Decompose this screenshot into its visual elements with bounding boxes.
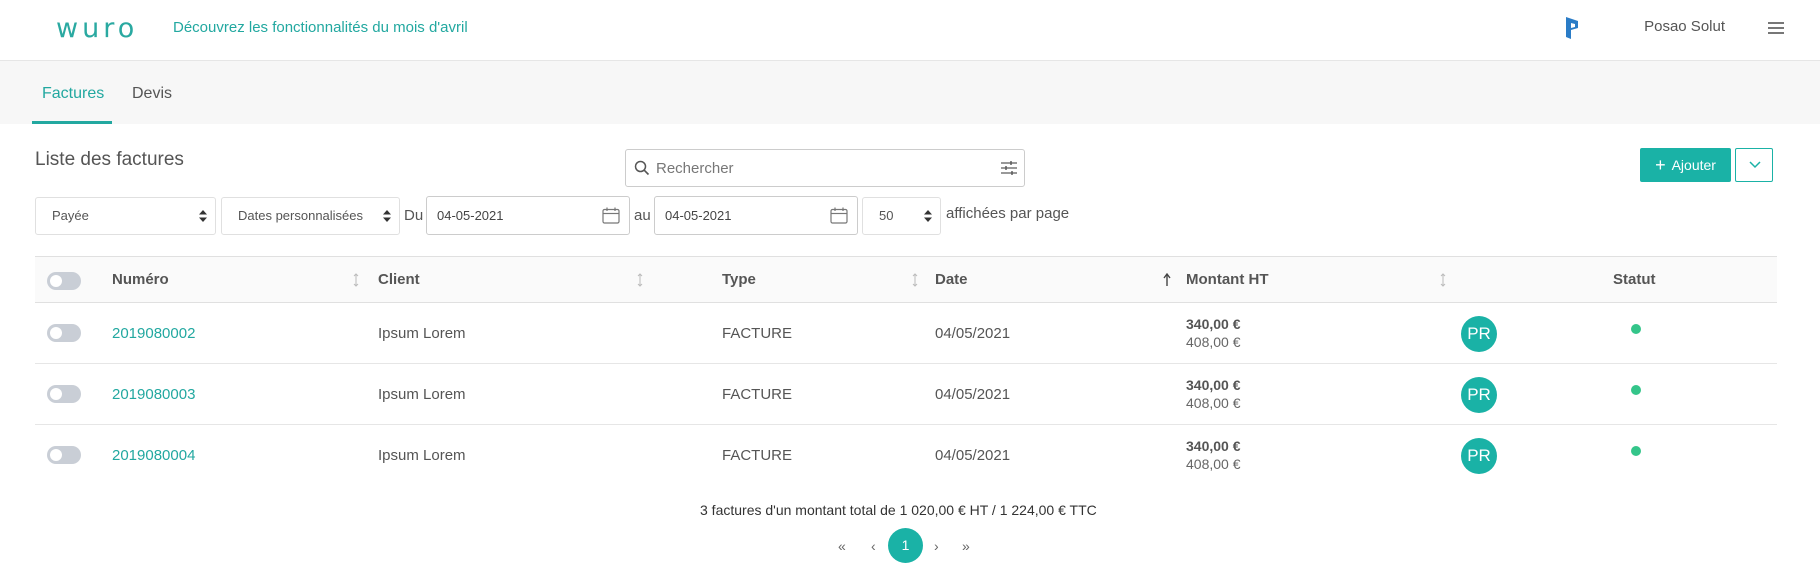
to-date-value: 04-05-2021: [665, 208, 732, 223]
sort-icon[interactable]: [1440, 273, 1446, 287]
avatar[interactable]: PR: [1461, 377, 1497, 413]
invoice-date: 04/05/2021: [935, 325, 1011, 342]
table-row[interactable]: 2019080004 Ipsum Lorem FACTURE 04/05/202…: [35, 425, 1777, 486]
invoice-type: FACTURE: [722, 386, 793, 403]
page-title: Liste des factures: [35, 149, 184, 170]
table-row[interactable]: 2019080002 Ipsum Lorem FACTURE 04/05/202…: [35, 303, 1777, 364]
column-header-date[interactable]: Date: [935, 271, 968, 288]
select-arrows-icon: [383, 210, 391, 222]
from-date-input[interactable]: 04-05-2021: [426, 196, 630, 235]
from-label: Du: [404, 207, 424, 224]
calendar-icon[interactable]: [602, 207, 620, 224]
client-name: Ipsum Lorem: [378, 325, 466, 342]
search-box: [625, 149, 1025, 187]
pagination-last[interactable]: »: [962, 538, 970, 554]
invoice-table: Numéro Client Type Date Montant HT Statu…: [35, 256, 1777, 486]
sort-icon[interactable]: [353, 273, 359, 287]
filter-settings-icon[interactable]: [1000, 159, 1018, 177]
client-name: Ipsum Lorem: [378, 386, 466, 403]
row-select-toggle[interactable]: [47, 385, 81, 403]
status-select[interactable]: Payée: [35, 197, 216, 235]
row-select-toggle[interactable]: [47, 324, 81, 342]
column-header-montant-ht[interactable]: Montant HT: [1186, 271, 1268, 288]
invoice-list-panel: Liste des factures +Ajouter Payée Dates: [0, 124, 1820, 575]
column-header-type[interactable]: Type: [722, 271, 756, 288]
date-range-select[interactable]: Dates personnalisées: [221, 197, 400, 235]
company-logo-icon: [1566, 17, 1578, 39]
tabs-bar: Factures Devis: [0, 61, 1820, 125]
avatar[interactable]: PR: [1461, 316, 1497, 352]
to-label: au: [634, 207, 651, 224]
status-paid-indicator: [1631, 324, 1641, 334]
row-select-toggle[interactable]: [47, 446, 81, 464]
sort-ascending-icon[interactable]: [1163, 273, 1171, 287]
status-paid-indicator: [1631, 385, 1641, 395]
invoice-number-link[interactable]: 2019080003: [112, 386, 195, 403]
add-button[interactable]: + Ajouter: [1640, 148, 1731, 182]
amount-ttc: 408,00 €: [1186, 334, 1241, 350]
invoice-number-link[interactable]: 2019080004: [112, 447, 195, 464]
pagination-first[interactable]: «: [838, 538, 846, 554]
company-name[interactable]: Posao Solut: [1644, 18, 1725, 35]
amount-ttc: 408,00 €: [1186, 395, 1241, 411]
column-header-client[interactable]: Client: [378, 271, 420, 288]
pagination-current-page[interactable]: 1: [888, 528, 923, 563]
to-date-input[interactable]: 04-05-2021: [654, 196, 858, 235]
search-input[interactable]: [656, 154, 986, 182]
calendar-icon[interactable]: [830, 207, 848, 224]
invoices-total-summary: 3 factures d'un montant total de 1 020,0…: [700, 502, 1097, 518]
tab-factures[interactable]: Factures: [42, 85, 104, 103]
per-page-value: 50: [879, 208, 894, 223]
status-paid-indicator: [1631, 446, 1641, 456]
sort-icon[interactable]: [637, 273, 643, 287]
invoice-date: 04/05/2021: [935, 386, 1011, 403]
plus-icon: +: [1655, 155, 1666, 175]
hamburger-menu-icon[interactable]: [1768, 22, 1784, 34]
pagination: « ‹ 1 › »: [0, 528, 1820, 564]
amount-ht: 340,00 €: [1186, 316, 1241, 332]
status-select-value: Payée: [52, 208, 89, 223]
select-arrows-icon: [924, 210, 932, 222]
amount-ttc: 408,00 €: [1186, 456, 1241, 472]
chevron-down-icon: [1749, 161, 1761, 169]
more-options-button[interactable]: [1735, 148, 1773, 182]
column-header-numero[interactable]: Numéro: [112, 271, 169, 288]
sort-icon[interactable]: [912, 273, 918, 287]
search-icon: [634, 160, 650, 176]
invoice-type: FACTURE: [722, 325, 793, 342]
wuro-logo[interactable]: wuro: [56, 13, 138, 44]
select-arrows-icon: [199, 210, 207, 222]
date-range-select-value: Dates personnalisées: [238, 208, 364, 223]
client-name: Ipsum Lorem: [378, 447, 466, 464]
top-bar: wuro Découvrez les fonctionnalités du mo…: [0, 0, 1820, 61]
invoice-date: 04/05/2021: [935, 447, 1011, 464]
per-page-label: affichées par page: [946, 205, 1070, 222]
add-button-label: Ajouter: [1671, 157, 1716, 173]
invoice-type: FACTURE: [722, 447, 793, 464]
pagination-next[interactable]: ›: [934, 538, 939, 554]
table-row[interactable]: 2019080003 Ipsum Lorem FACTURE 04/05/202…: [35, 364, 1777, 425]
column-header-statut[interactable]: Statut: [1613, 271, 1656, 288]
amount-ht: 340,00 €: [1186, 377, 1241, 393]
avatar[interactable]: PR: [1461, 438, 1497, 474]
pagination-prev[interactable]: ‹: [871, 538, 876, 554]
table-header: Numéro Client Type Date Montant HT Statu…: [35, 256, 1777, 303]
tab-devis[interactable]: Devis: [132, 85, 172, 103]
amount-ht: 340,00 €: [1186, 438, 1241, 454]
from-date-value: 04-05-2021: [437, 208, 504, 223]
select-all-toggle[interactable]: [47, 272, 81, 290]
invoice-number-link[interactable]: 2019080002: [112, 325, 195, 342]
promo-link[interactable]: Découvrez les fonctionnalités du mois d'…: [173, 19, 468, 36]
per-page-select[interactable]: 50: [862, 197, 941, 235]
